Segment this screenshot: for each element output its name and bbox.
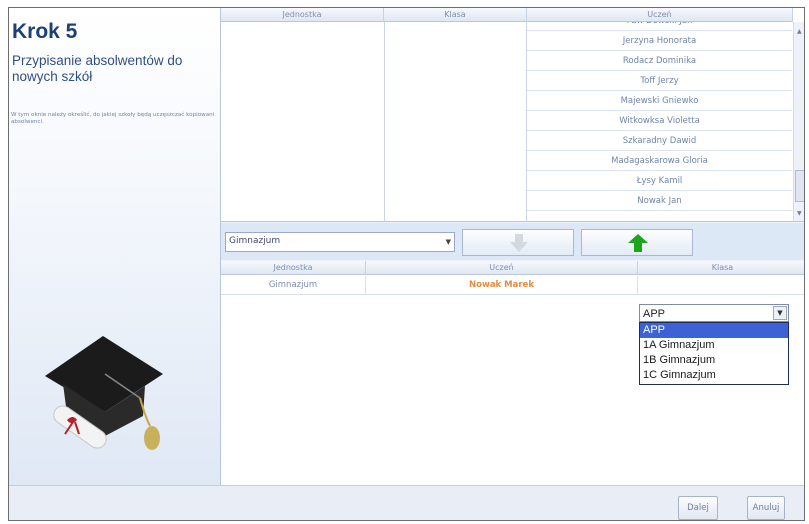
dropdown-option[interactable]: 1B Gimnazjum xyxy=(640,353,788,368)
list-item[interactable]: Paw Dowski Jan xyxy=(527,22,792,31)
list-item[interactable]: Witkowksa Violetta xyxy=(527,111,792,131)
target-grid: Jednostka Uczeń Klasa Gimnazjum Nowak Ma… xyxy=(221,261,804,485)
list-item[interactable]: Toff Jerzy xyxy=(527,71,792,91)
list-item[interactable]: Madagaskarowa Gloria xyxy=(527,151,792,171)
target-grid-header: Jednostka Uczeń Klasa xyxy=(221,261,804,275)
list-item[interactable]: Majewski Gniewko xyxy=(527,91,792,111)
cell-unit: Gimnazjum xyxy=(221,276,366,295)
arrow-up-icon xyxy=(628,234,648,252)
wizard-window: Krok 5 Przypisanie absolwentów do nowych… xyxy=(8,7,805,521)
list-item[interactable]: Jerzyna Honorata xyxy=(527,31,792,51)
arrow-down-icon xyxy=(510,234,528,252)
table-row[interactable]: Gimnazjum Nowak Marek xyxy=(221,276,804,295)
column-header-student[interactable]: Uczeń xyxy=(527,8,793,22)
cancel-button[interactable]: Anuluj xyxy=(747,496,785,520)
column-header-class[interactable]: Klasa xyxy=(638,261,804,275)
school-select[interactable]: Gimnazjum ▼ xyxy=(225,232,455,252)
move-down-button[interactable] xyxy=(462,229,574,256)
wizard-footer: Dalej Anuluj xyxy=(9,485,804,520)
class-select-value: APP xyxy=(643,308,666,320)
main-content: Jednostka Klasa Uczeń Paw Dowski Jan Jer… xyxy=(220,8,804,485)
list-item[interactable]: Szkaradny Dawid xyxy=(527,131,792,151)
move-toolbar: Gimnazjum ▼ xyxy=(221,223,804,260)
step-title: Krok 5 xyxy=(12,20,78,43)
dropdown-option[interactable]: 1A Gimnazjum xyxy=(640,338,788,353)
source-grid-header: Jednostka Klasa Uczeń xyxy=(221,8,793,22)
step-description: W tym oknie należy określić, do jakiej s… xyxy=(11,112,215,125)
dropdown-option[interactable]: APP xyxy=(640,323,788,338)
column-header-unit[interactable]: Jednostka xyxy=(221,261,366,275)
move-up-button[interactable] xyxy=(581,229,693,256)
vertical-scrollbar[interactable]: ▲ ▼ xyxy=(793,22,804,221)
column-divider xyxy=(384,22,385,221)
wizard-side-panel: Krok 5 Przypisanie absolwentów do nowych… xyxy=(9,8,220,485)
scroll-up-icon[interactable]: ▲ xyxy=(797,28,802,35)
column-header-class[interactable]: Klasa xyxy=(384,8,527,22)
class-select[interactable]: APP ▼ xyxy=(639,304,789,322)
column-header-student[interactable]: Uczeń xyxy=(366,261,638,275)
chevron-down-icon[interactable]: ▼ xyxy=(773,306,787,320)
graduation-cap-icon xyxy=(45,336,163,450)
student-list: Paw Dowski Jan Jerzyna Honorata Rodacz D… xyxy=(527,22,792,221)
next-button[interactable]: Dalej xyxy=(678,496,718,520)
school-select-value: Gimnazjum xyxy=(229,236,281,246)
list-item[interactable]: Łysy Kamil xyxy=(527,171,792,191)
dropdown-option[interactable]: 1C Gimnazjum xyxy=(640,368,788,383)
column-header-unit[interactable]: Jednostka xyxy=(221,8,384,22)
step-subtitle: Przypisanie absolwentów do nowych szkół xyxy=(12,53,183,84)
class-dropdown-list: APP 1A Gimnazjum 1B Gimnazjum 1C Gimnazj… xyxy=(639,322,789,385)
scroll-thumb[interactable] xyxy=(795,170,804,202)
list-item[interactable]: Nowak Jan xyxy=(527,191,792,211)
list-item[interactable]: Rodacz Dominika xyxy=(527,51,792,71)
scroll-down-icon[interactable]: ▼ xyxy=(797,210,802,217)
chevron-down-icon[interactable]: ▼ xyxy=(446,238,451,246)
cell-student: Nowak Marek xyxy=(366,276,638,295)
source-grid: Jednostka Klasa Uczeń Paw Dowski Jan Jer… xyxy=(221,8,804,222)
